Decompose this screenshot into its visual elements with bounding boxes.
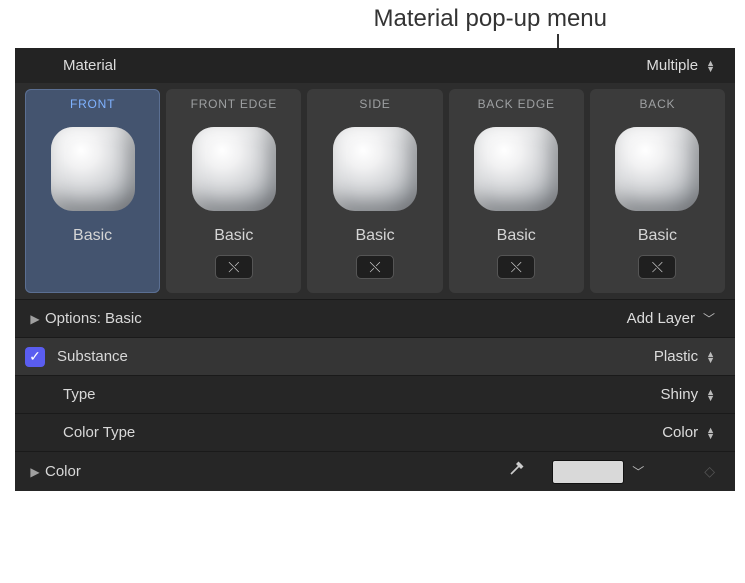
facet-title: SIDE: [359, 97, 390, 111]
type-value: Shiny: [661, 386, 699, 403]
keyframe-diamond-icon[interactable]: ◇: [704, 463, 715, 480]
chevron-down-icon[interactable]: ﹀: [632, 463, 644, 480]
facet-name: Basic: [355, 227, 394, 245]
disclosure-triangle-icon[interactable]: ▶: [25, 465, 45, 479]
facet-name: Basic: [497, 227, 536, 245]
facet-back-edge[interactable]: BACK EDGE Basic ⤬: [449, 89, 584, 293]
options-label: Options: Basic: [45, 310, 627, 327]
unlink-icon: ⤬: [228, 259, 239, 276]
facet-title: BACK: [639, 97, 675, 111]
material-preview: [184, 119, 284, 219]
updown-chevrons-icon: ▲▼: [706, 389, 715, 401]
color-label: Color: [45, 463, 506, 480]
unlink-icon: ⤬: [511, 259, 522, 276]
facet-title: FRONT EDGE: [191, 97, 277, 111]
disclosure-triangle-icon[interactable]: ▶: [25, 312, 45, 326]
material-preview: [43, 119, 143, 219]
color-row: ▶ Color ﹀ ◇: [15, 451, 735, 491]
unlink-button[interactable]: ⤬: [356, 255, 394, 279]
unlink-button[interactable]: ⤬: [497, 255, 535, 279]
facet-title: FRONT: [70, 97, 115, 111]
color-swatch[interactable]: [552, 460, 624, 484]
material-panel: Material Multiple ▲▼ FRONT Basic FRONT E…: [15, 48, 735, 491]
eyedropper-icon[interactable]: [506, 459, 526, 485]
material-header: Material Multiple ▲▼: [15, 48, 735, 83]
annotation-label: Material pop-up menu: [374, 5, 607, 33]
facet-name: Basic: [73, 227, 112, 245]
material-preview: [325, 119, 425, 219]
color-type-popup-menu[interactable]: Color ▲▼: [662, 424, 715, 441]
unlink-icon: ⤬: [369, 259, 380, 276]
material-preview: [607, 119, 707, 219]
unlink-button[interactable]: ⤬: [638, 255, 676, 279]
unlink-button[interactable]: ⤬: [215, 255, 253, 279]
facet-side[interactable]: SIDE Basic ⤬: [307, 89, 442, 293]
options-row: ▶ Options: Basic Add Layer ﹀: [15, 299, 735, 337]
facet-back[interactable]: BACK Basic ⤬: [590, 89, 725, 293]
substance-checkbox[interactable]: ✓: [25, 347, 45, 367]
facet-front-edge[interactable]: FRONT EDGE Basic ⤬: [166, 89, 301, 293]
material-popup-value: Multiple: [646, 57, 698, 74]
color-type-value: Color: [662, 424, 698, 441]
facet-front[interactable]: FRONT Basic: [25, 89, 160, 293]
substance-popup-menu[interactable]: Plastic ▲▼: [654, 348, 715, 365]
substance-value: Plastic: [654, 348, 698, 365]
type-label: Type: [63, 386, 661, 403]
chevron-down-icon: ﹀: [703, 310, 715, 327]
updown-chevrons-icon: ▲▼: [706, 427, 715, 439]
material-popup-menu[interactable]: Multiple ▲▼: [646, 57, 715, 74]
add-layer-label: Add Layer: [627, 310, 695, 327]
facet-title: BACK EDGE: [478, 97, 555, 111]
facet-selector-row: FRONT Basic FRONT EDGE Basic ⤬ SIDE Basi…: [15, 83, 735, 299]
facet-name: Basic: [214, 227, 253, 245]
facet-name: Basic: [638, 227, 677, 245]
type-popup-menu[interactable]: Shiny ▲▼: [661, 386, 715, 403]
updown-chevrons-icon: ▲▼: [706, 60, 715, 72]
updown-chevrons-icon: ▲▼: [706, 351, 715, 363]
material-header-label: Material: [63, 57, 116, 74]
material-preview: [466, 119, 566, 219]
add-layer-menu[interactable]: Add Layer ﹀: [627, 310, 715, 327]
substance-row: ✓ Substance Plastic ▲▼: [15, 337, 735, 375]
type-row: Type Shiny ▲▼: [15, 375, 735, 413]
color-type-row: Color Type Color ▲▼: [15, 413, 735, 451]
color-type-label: Color Type: [63, 424, 662, 441]
substance-label: Substance: [57, 348, 654, 365]
unlink-icon: ⤬: [652, 259, 663, 276]
